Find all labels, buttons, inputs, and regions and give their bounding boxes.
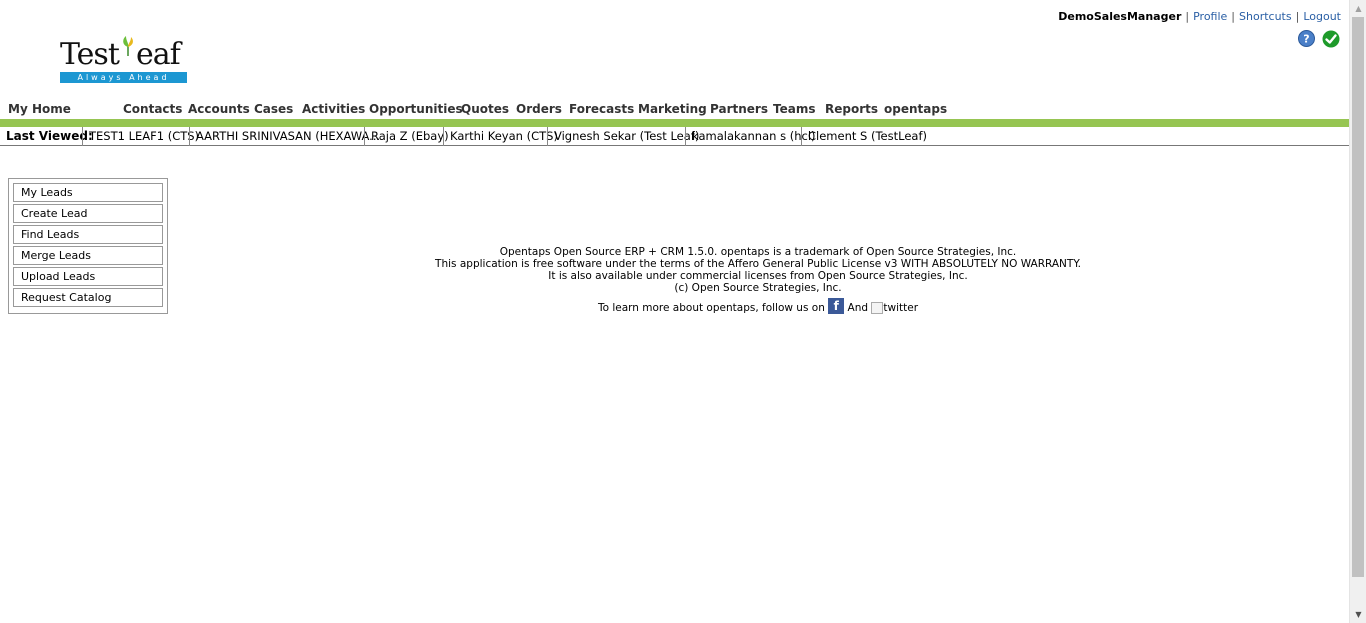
last-viewed-bar: Last Viewed: TEST1 LEAF1 (CTS) AARTHI SR…: [0, 127, 1349, 146]
page: Test eaf Always Ahead DemoSalesManager | P…: [0, 0, 1349, 623]
nav-forecasts[interactable]: Forecasts: [569, 100, 634, 118]
profile-link[interactable]: Profile: [1193, 10, 1227, 23]
footer-commercial-text: It is also available under commercial li…: [548, 270, 968, 282]
last-viewed-label: Last Viewed:: [6, 129, 93, 143]
last-viewed-item[interactable]: Vignesh Sekar (Test Leaf): [547, 127, 699, 146]
last-viewed-item[interactable]: Raja Z (Ebay): [364, 127, 449, 146]
footer: Opentaps Open Source ERP + CRM 1.5.0. op…: [400, 246, 1116, 314]
scroll-down-arrow-icon[interactable]: ▼: [1350, 606, 1366, 623]
nav-opentaps[interactable]: opentaps: [884, 100, 947, 118]
nav-quotes[interactable]: Quotes: [461, 100, 509, 118]
request-catalog-link[interactable]: Request Catalog: [13, 288, 163, 307]
leads-side-menu: My Leads Create Lead Find Leads Merge Le…: [8, 178, 168, 314]
twitter-icon[interactable]: twitter: [871, 302, 918, 314]
scroll-up-arrow-icon[interactable]: ▲: [1350, 0, 1366, 17]
upload-leads-link[interactable]: Upload Leads: [13, 267, 163, 286]
nav-cases[interactable]: Cases: [254, 100, 293, 118]
follow-text: To learn more about opentaps, follow us …: [597, 302, 825, 314]
shortcuts-link[interactable]: Shortcuts: [1239, 10, 1292, 23]
logout-link[interactable]: Logout: [1303, 10, 1341, 23]
last-viewed-item[interactable]: Clement S (TestLeaf): [801, 127, 927, 146]
nav-teams[interactable]: Teams: [773, 100, 815, 118]
find-leads-link[interactable]: Find Leads: [13, 225, 163, 244]
nav-accounts[interactable]: Accounts: [188, 100, 250, 118]
username: DemoSalesManager: [1058, 10, 1182, 23]
footer-trademark-text: Opentaps Open Source ERP + CRM 1.5.0. op…: [499, 246, 1017, 258]
user-links: DemoSalesManager | Profile | Shortcuts | Logou…: [1058, 10, 1341, 23]
nav-orders[interactable]: Orders: [516, 100, 562, 118]
vertical-scrollbar[interactable]: ▲ ▼: [1349, 0, 1366, 623]
and-text: And: [847, 302, 869, 314]
logo-tagline: Always Ahead: [60, 72, 187, 83]
merge-leads-link[interactable]: Merge Leads: [13, 246, 163, 265]
main-nav: My Home Contacts Accounts Cases Activiti…: [0, 100, 1349, 118]
last-viewed-item[interactable]: AARTHI SRINIVASAN (HEXAWA...: [189, 127, 380, 146]
nav-opportunities[interactable]: Opportunities: [369, 100, 463, 118]
nav-contacts[interactable]: Contacts: [123, 100, 182, 118]
svg-text:?: ?: [1303, 33, 1309, 46]
last-viewed-item[interactable]: TEST1 LEAF1 (CTS): [82, 127, 199, 146]
nav-divider-bar: [0, 119, 1349, 127]
my-leads-link[interactable]: My Leads: [13, 183, 163, 202]
testleaf-logo[interactable]: Test eaf Always Ahead: [60, 36, 188, 84]
nav-marketing[interactable]: Marketing: [638, 100, 707, 118]
scrollbar-thumb[interactable]: [1352, 17, 1364, 577]
last-viewed-item[interactable]: Karthi Keyan (CTS): [443, 127, 558, 146]
leaf-icon: [123, 36, 133, 56]
twitter-alt-text: twitter: [883, 302, 919, 314]
follow-line: To learn more about opentaps, follow us …: [400, 298, 1116, 314]
create-lead-link[interactable]: Create Lead: [13, 204, 163, 223]
nav-partners[interactable]: Partners: [710, 100, 768, 118]
broken-image-icon: [871, 302, 884, 314]
facebook-icon[interactable]: f: [828, 298, 845, 314]
footer-copyright-text: (c) Open Source Strategies, Inc.: [674, 282, 842, 294]
last-viewed-item[interactable]: kamalakannan s (hcl): [685, 127, 816, 146]
footer-license-text: This application is free software under …: [435, 258, 1081, 270]
nav-my-home[interactable]: My Home: [8, 100, 71, 118]
nav-reports[interactable]: Reports: [825, 100, 878, 118]
checkmark-icon[interactable]: [1322, 30, 1340, 48]
nav-activities[interactable]: Activities: [302, 100, 365, 118]
help-icon[interactable]: ?: [1298, 30, 1315, 47]
